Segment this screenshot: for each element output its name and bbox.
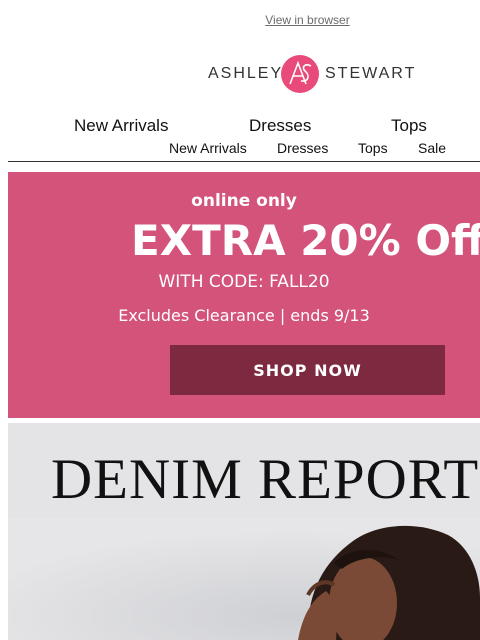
nav-divider [8, 161, 480, 162]
promo-banner[interactable]: online only EXTRA 20% Off WITH CODE: FAL… [8, 172, 480, 418]
denim-report-banner[interactable]: DENIM REPORT [8, 423, 480, 640]
brand-logo[interactable]: ASHLEY STEWART [208, 52, 414, 96]
subnav-dresses[interactable]: Dresses [277, 140, 328, 156]
promo-exclusions: Excludes Clearance | ends 9/13 [118, 306, 370, 325]
promo-online-only: online only [191, 191, 297, 211]
subnav-tops[interactable]: Tops [358, 140, 388, 156]
subnav-new-arrivals[interactable]: New Arrivals [169, 140, 247, 156]
promo-code: WITH CODE: FALL20 [158, 272, 330, 292]
nav-dresses[interactable]: Dresses [249, 116, 311, 136]
shop-now-button[interactable]: SHOP NOW [170, 345, 445, 395]
logo-word-right: STEWART [325, 65, 417, 82]
subnav-sale[interactable]: Sale [418, 140, 446, 156]
promo-headline: EXTRA 20% Off [131, 216, 480, 265]
nav-tops[interactable]: Tops [391, 116, 427, 136]
view-in-browser-link[interactable]: View in browser [0, 13, 480, 27]
logo-monogram-icon [281, 55, 319, 93]
nav-new-arrivals[interactable]: New Arrivals [74, 116, 168, 136]
model-photo [8, 518, 480, 640]
logo-word-left: ASHLEY [208, 65, 284, 82]
